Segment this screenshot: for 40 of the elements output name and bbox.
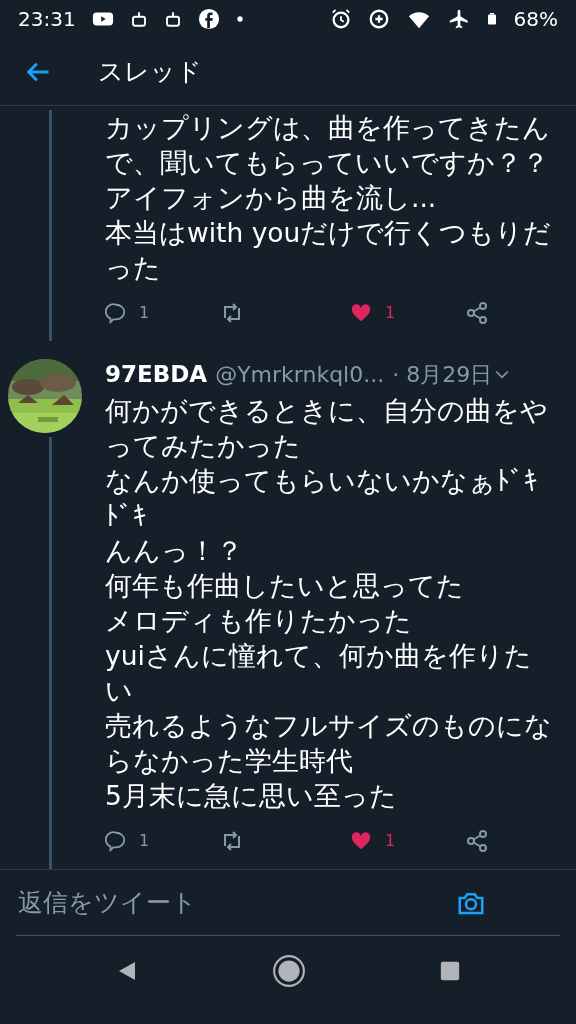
author-name[interactable]: 97EBDA: [105, 356, 208, 392]
tweet-text-line: 5月末に急に思い至った: [105, 779, 398, 813]
like-count: 1: [385, 302, 396, 324]
tweet-text-line: カップリングは、曲を作ってきたんで、聞いてもらっていいですか？？: [105, 111, 551, 180]
reply-count: 1: [139, 830, 150, 852]
square-icon[interactable]: [439, 960, 462, 982]
tweet-text-line: yuiさんに憧れて、何か曲を作りたい: [105, 639, 533, 708]
airplane-icon: [447, 8, 470, 30]
data-saver-icon: [367, 8, 390, 30]
like-action[interactable]: 1: [349, 301, 465, 325]
tweet-date: · 8月29日: [392, 360, 493, 389]
robot-icon: [163, 9, 182, 29]
battery-percent: 68%: [513, 6, 558, 33]
heart-icon: [349, 302, 373, 324]
reply-action[interactable]: 1: [105, 301, 219, 325]
tweet-text-line: なんか使ってもらいないかなぁﾄﾞｷﾄﾞｷ: [105, 464, 539, 533]
tweet-text-line: メロディも作りたかった: [105, 604, 413, 638]
reply-input-field[interactable]: 返信をツイート: [16, 882, 456, 923]
tweet-text-line: アイフォンから曲を流し...: [105, 181, 438, 215]
share-icon[interactable]: [465, 829, 489, 853]
robot-icon: [129, 9, 148, 29]
social-app-icon: [197, 8, 220, 30]
tweet-text-line: 何年も作曲したいと思ってた: [105, 569, 465, 603]
like-count: 1: [385, 830, 396, 852]
share-icon[interactable]: [465, 301, 489, 325]
tweet-text-line: んんっ！？: [105, 534, 244, 568]
reply-action[interactable]: 1: [105, 829, 219, 853]
page-title: スレッド: [98, 55, 202, 88]
speech-bubble-icon: [105, 302, 127, 324]
reply-count: 1: [139, 302, 150, 324]
dot-icon: [235, 15, 244, 23]
tweet-text-line: 何かができるときに、自分の曲をやってみたかった: [105, 394, 549, 463]
clock-time: 23:31: [18, 6, 76, 33]
speech-bubble-icon: [105, 830, 127, 852]
like-action[interactable]: 1: [349, 829, 465, 853]
tweet-text-line: 本当はwith youだけで行くつもりだった: [105, 216, 553, 285]
heart-icon: [349, 830, 373, 852]
author-handle: @Ymrkrnkql0...: [215, 360, 385, 389]
home-circle-icon[interactable]: [272, 954, 306, 988]
tweet-text-line: 売れるようなフルサイズのものにならなかった学生時代: [105, 709, 553, 778]
